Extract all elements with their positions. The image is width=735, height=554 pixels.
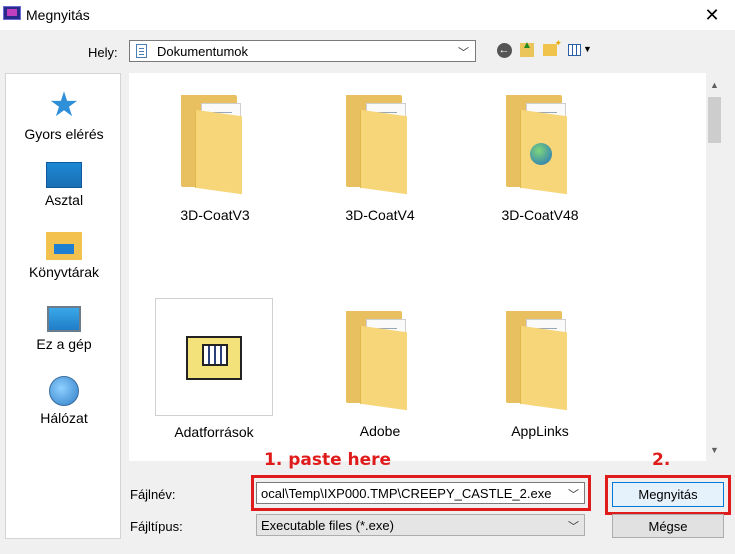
file-name: Adatforrások [174, 424, 254, 440]
window-title: Megnyitás [26, 7, 90, 23]
file-item-adatforrasok[interactable] [155, 298, 273, 416]
close-icon: ✕ [704, 4, 720, 25]
title-bar: Megnyitás ✕ [0, 0, 735, 30]
cancel-button[interactable]: Mégse [612, 514, 724, 538]
scroll-up-icon[interactable]: ▲ [706, 76, 723, 93]
place-label: Ez a gép [36, 336, 92, 352]
place-label: Gyors elérés [24, 126, 104, 142]
chevron-down-icon: ﹀ [568, 521, 579, 533]
back-button[interactable]: ← [495, 40, 513, 60]
chevron-down-icon: ﹀ [458, 47, 469, 59]
view-menu-icon [567, 44, 581, 56]
up-folder-button[interactable] [518, 40, 536, 60]
new-folder-button[interactable] [541, 38, 562, 60]
view-dropdown-arrow-icon[interactable]: ▼ [583, 44, 592, 54]
scroll-down-icon[interactable]: ▼ [706, 441, 723, 458]
up-folder-icon [520, 40, 534, 57]
filetype-value: Executable files (*.exe) [261, 518, 394, 533]
annotation-step1: 1. paste here [264, 450, 392, 470]
file-name: 3D-CoatV4 [345, 207, 415, 223]
annotation-highlight-filename [251, 475, 591, 511]
quick-access-star-icon: ★ [48, 86, 80, 124]
libraries-icon [46, 232, 82, 260]
network-icon [49, 376, 79, 406]
location-value: Dokumentumok [157, 44, 249, 59]
filetype-label: Fájltípus: [130, 519, 183, 534]
file-list: 3D-CoatV3 3D-CoatV4 3D-CoatV48 Adatforrá… [129, 73, 706, 461]
this-pc-icon [47, 306, 81, 332]
documents-icon [136, 44, 147, 58]
scrollbar-thumb[interactable] [708, 97, 721, 143]
view-menu-button[interactable] [565, 40, 583, 60]
place-this-pc[interactable]: Ez a gép [6, 306, 122, 352]
new-folder-icon [543, 38, 562, 56]
filename-label: Fájlnév: [130, 487, 176, 502]
location-label: Hely: [88, 45, 118, 60]
vertical-scrollbar[interactable]: ▲ ▼ [706, 73, 723, 461]
file-name: 3D-CoatV3 [180, 207, 250, 223]
filetype-dropdown[interactable]: Executable files (*.exe) ﹀ [256, 514, 585, 536]
file-name: AppLinks [511, 423, 569, 439]
place-quick-access[interactable]: ★ Gyors elérés [6, 88, 122, 142]
open-button[interactable]: Megnyitás [612, 482, 724, 507]
desktop-icon [46, 162, 82, 188]
folder-icon [346, 311, 414, 411]
place-desktop[interactable]: Asztal [6, 162, 122, 208]
place-libraries[interactable]: Könyvtárak [6, 232, 122, 280]
data-sources-icon [186, 336, 242, 380]
place-label: Hálózat [40, 410, 88, 426]
folder-icon [181, 95, 249, 195]
web-folder-icon [506, 95, 574, 195]
annotation-step2: 2. [652, 450, 671, 470]
back-icon: ← [496, 42, 512, 58]
place-label: Asztal [44, 192, 84, 208]
places-sidebar: ★ Gyors elérés Asztal Könyvtárak Ez a gé… [5, 73, 121, 539]
place-label: Könyvtárak [28, 264, 100, 280]
file-name: 3D-CoatV48 [501, 207, 579, 223]
file-name: Adobe [359, 423, 401, 439]
location-dropdown[interactable]: Dokumentumok ﹀ [129, 40, 476, 62]
app-icon [3, 6, 21, 20]
close-button[interactable]: ✕ [689, 0, 735, 30]
folder-icon [506, 311, 574, 411]
folder-icon [346, 95, 414, 195]
place-network[interactable]: Hálózat [6, 376, 122, 426]
